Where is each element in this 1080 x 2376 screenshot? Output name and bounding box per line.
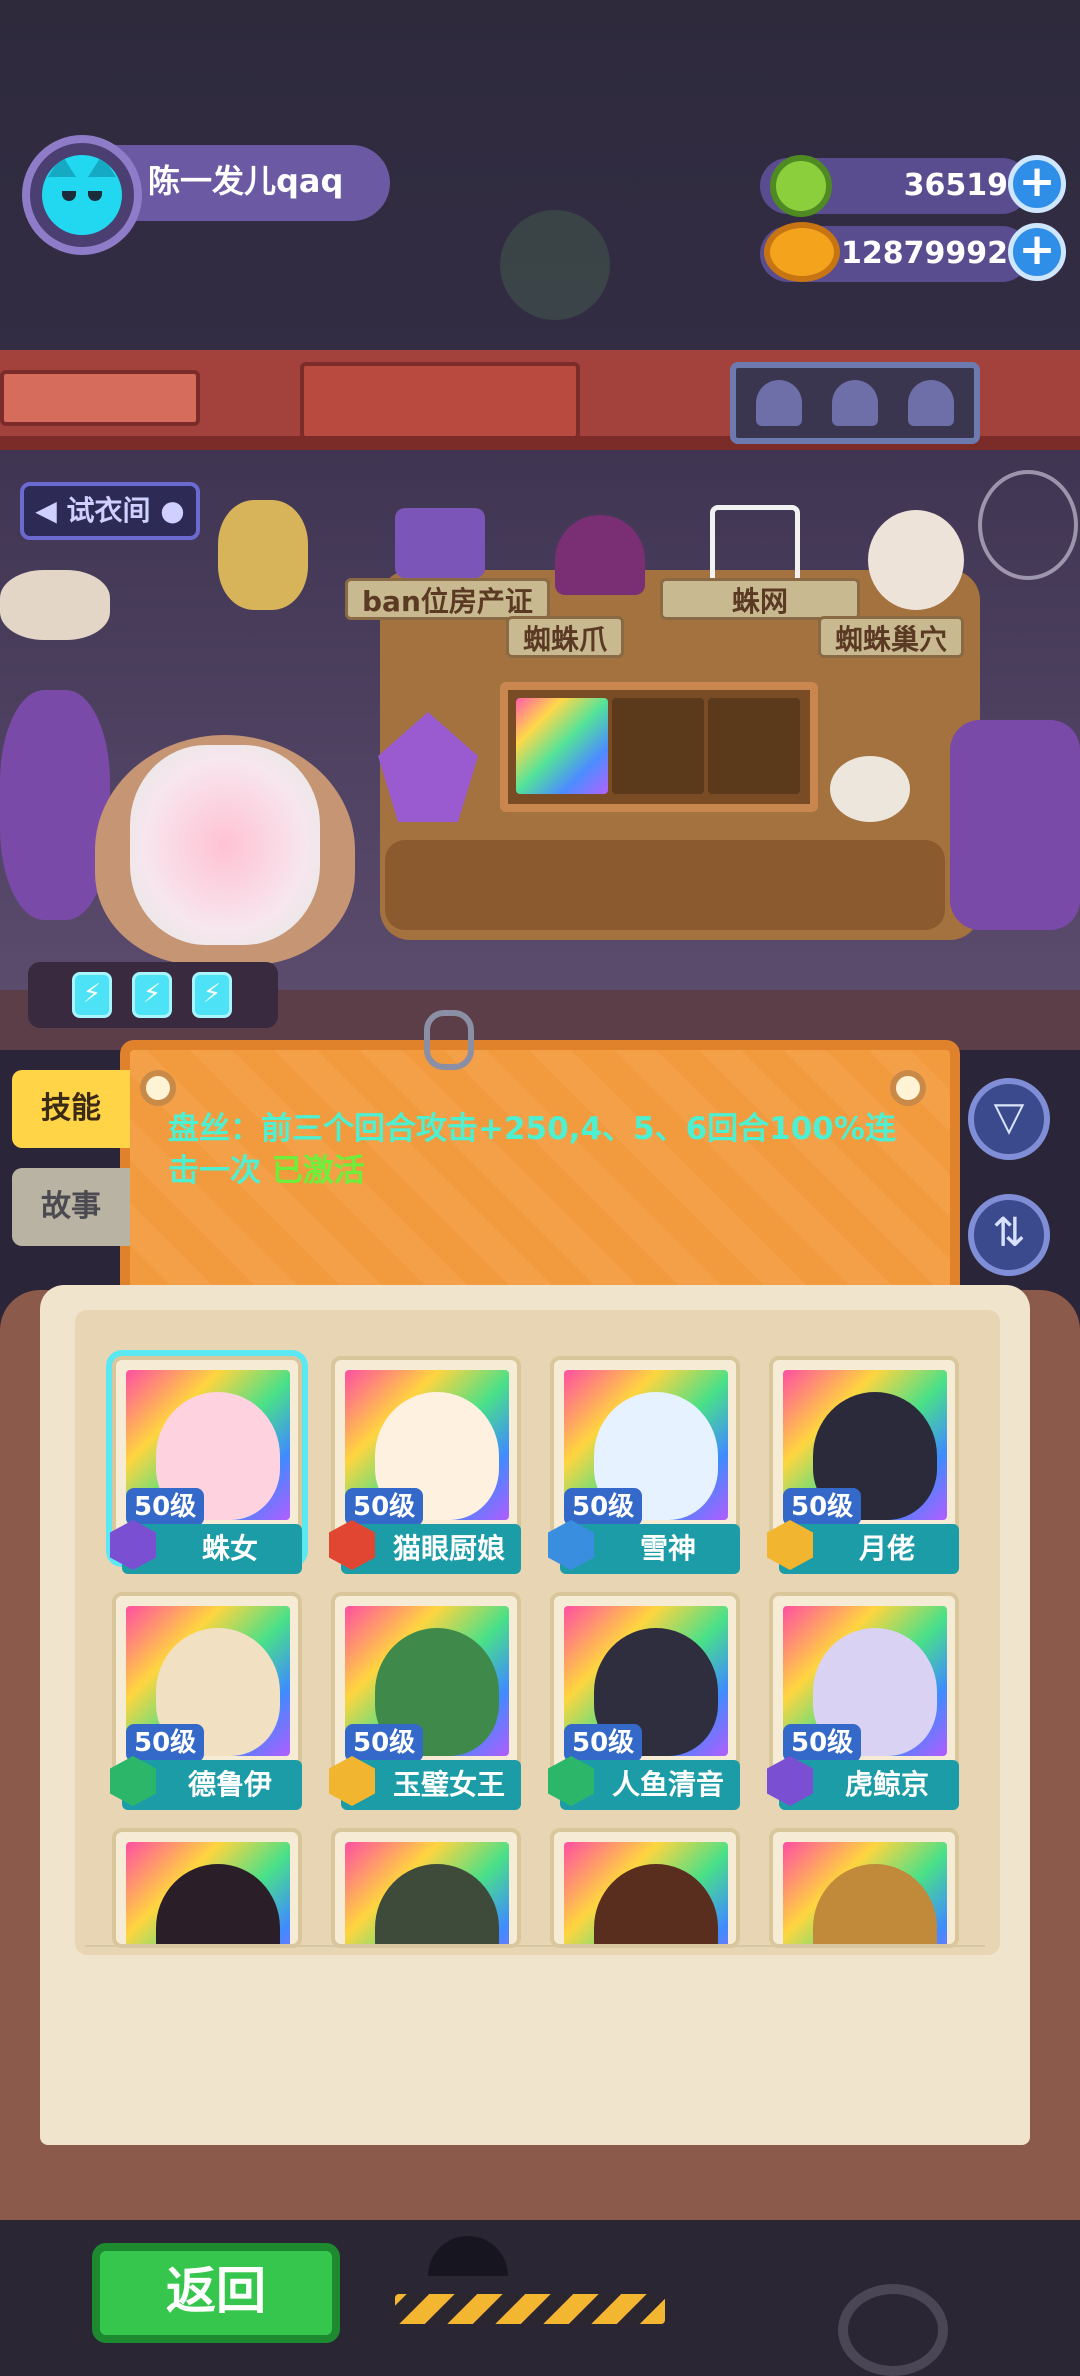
character-portrait [156,1864,280,1944]
cat-eye-right [88,191,102,201]
roster-card[interactable]: 50级 人鱼清音 [548,1592,740,1810]
filter-button[interactable]: ▽ [968,1078,1050,1160]
energy-icon: ⚡ [132,972,172,1018]
roster-card[interactable] [550,1828,740,1948]
level-badge: 50级 [783,1724,862,1762]
level-badge: 50级 [783,1488,862,1526]
roster-card[interactable]: 50级 月佬 [767,1356,959,1574]
item-shelf-board-lower [385,840,945,930]
tab-story[interactable]: 故事 [12,1168,130,1246]
item-label: 蜘蛛爪 [506,616,625,658]
character-portrait [594,1864,718,1944]
skull-decoration [830,756,910,822]
roster-card[interactable]: 50级 蛛女 [110,1356,302,1574]
hazard-stripe [395,2294,665,2324]
character-portrait [813,1864,937,1944]
sort-button[interactable]: ⇅ [968,1194,1050,1276]
card-art [126,1842,290,1944]
scorpion-decoration [0,690,110,920]
equipment-slot[interactable] [708,698,800,794]
cat-ear-left [48,155,76,177]
lantern-decoration [218,500,308,610]
ghost-icon [756,380,802,426]
level-badge: 50级 [564,1724,643,1762]
spider-web-item[interactable] [710,505,800,585]
play-left-icon: ◀ [35,494,67,527]
cat-ear-right [88,155,116,177]
item-label: 蜘蛛巢穴 [818,616,965,658]
equipped-character-slot[interactable] [516,698,608,794]
character-portrait [375,1864,499,1944]
equipment-slot[interactable] [612,698,704,794]
coin-amount: 12879992 [841,236,1008,271]
skill-description: 盘丝：前三个回合攻击+250,4、5、6回合100%连击一次 已激活 [168,1108,908,1192]
roster-card[interactable]: 50级 虎鲸京 [767,1592,959,1810]
cobweb-decoration [978,470,1078,580]
tab-skill[interactable]: 技能 [12,1070,130,1148]
character-model[interactable] [130,745,320,945]
roster-card[interactable] [331,1828,521,1948]
roster-card[interactable]: 50级 猫眼厨娘 [329,1356,521,1574]
shelf-drawer-middle [300,362,580,440]
item-label: ban位房产证 [345,578,550,620]
card-art [564,1842,728,1944]
energy-tray: ⚡ ⚡ ⚡ [28,962,278,1028]
filter-icon: ▽ [993,1094,1025,1140]
spider-nest-item[interactable] [868,510,964,610]
dot-icon: ● [150,494,185,527]
ghost-display [730,362,980,444]
card-art [345,1842,509,1944]
paper-clip-icon [424,1010,474,1070]
bolt-icon [890,1070,926,1106]
bolt-icon [140,1070,176,1106]
item-label: 蛛网 [660,578,860,620]
ghost-icon [832,380,878,426]
roster-card[interactable]: 50级 雪神 [548,1356,740,1574]
energy-icon: ⚡ [192,972,232,1018]
add-coins-button[interactable]: + [1008,223,1066,281]
spider-claw-item[interactable] [555,515,645,595]
level-badge: 50级 [345,1724,424,1762]
page-divider [85,1945,985,1947]
windmill-decoration [500,210,610,320]
card-art [783,1842,947,1944]
skill-status: 已激活 [271,1153,365,1189]
equipment-slot-frame [500,682,818,812]
level-badge: 50级 [564,1488,643,1526]
back-button[interactable]: 返回 [92,2243,340,2343]
roster-card[interactable] [112,1828,302,1948]
skull-decoration [0,570,110,640]
ban-certificate-item[interactable] [395,508,485,578]
fitting-room-button[interactable]: ◀ 试衣间 ● [20,482,200,540]
roster-card[interactable]: 50级 德鲁伊 [110,1592,302,1810]
level-badge: 50级 [345,1488,424,1526]
add-gems-button[interactable]: + [1008,155,1066,213]
potion-jar-decoration [950,720,1080,930]
player-name: 陈一发儿qaq [148,162,344,200]
roster-card[interactable] [769,1828,959,1948]
cat-eye-left [62,191,76,201]
shelf-drawer-left [0,370,200,426]
energy-icon: ⚡ [72,972,112,1018]
roster-card[interactable]: 50级 玉璧女王 [329,1592,521,1810]
level-badge: 50级 [126,1488,205,1526]
avatar[interactable] [42,155,122,235]
sort-icon: ⇅ [992,1210,1026,1256]
gear-decoration [838,2284,948,2376]
level-badge: 50级 [126,1724,205,1762]
ghost-icon [908,380,954,426]
gem-amount: 36519 [903,168,1008,203]
